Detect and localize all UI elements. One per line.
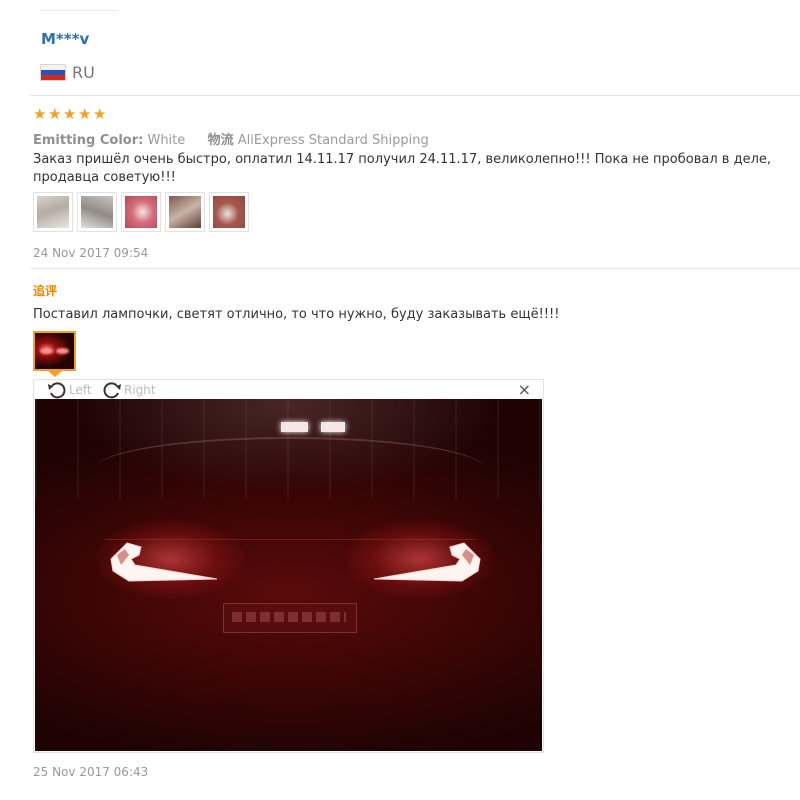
star-icon: ★ (33, 105, 47, 123)
attribute-value: AliExpress Standard Shipping (237, 133, 429, 148)
review-photos (33, 192, 249, 232)
rotate-right-button[interactable]: Right (101, 380, 156, 400)
review-photo-thumbnail[interactable] (165, 192, 205, 232)
top-divider (40, 10, 118, 11)
review-photo-thumbnail[interactable] (77, 192, 117, 232)
viewer-toolbar: Left Right × (34, 380, 543, 400)
star-icon: ★ (93, 105, 107, 123)
russia-flag-icon (40, 64, 66, 81)
star-icon: ★ (78, 105, 92, 123)
review-photo-thumbnail[interactable] (209, 192, 249, 232)
product-attributes: Emitting Color: White 物流 AliExpress Stan… (33, 129, 429, 148)
additional-photo-thumbnail[interactable] (33, 331, 76, 371)
rotate-left-icon (48, 382, 66, 399)
star-icon: ★ (63, 105, 77, 123)
reviewer-name[interactable]: M***v (41, 30, 89, 48)
photo-viewer: Left Right × (33, 379, 544, 753)
close-icon[interactable]: × (518, 381, 531, 399)
rotate-right-icon (103, 382, 121, 399)
reviewer-country: RU (40, 63, 95, 82)
divider (30, 268, 800, 269)
review-date: 24 Nov 2017 09:54 (33, 246, 149, 260)
review-photo-thumbnail[interactable] (121, 192, 161, 232)
additional-feedback-text: Поставил лампочки, светят отлично, то чт… (33, 307, 560, 322)
review-page: M***v RU ★ ★ ★ ★ ★ Emitting Color: White… (0, 0, 800, 800)
attribute-key: Emitting Color: (33, 133, 144, 148)
divider (30, 95, 800, 96)
star-icon: ★ (48, 105, 62, 123)
rotate-left-label: Left (69, 383, 92, 397)
review-text: Заказ пришёл очень быстро, оплатил 14.11… (33, 152, 772, 185)
attribute-value: White (147, 133, 186, 148)
review-photo-thumbnail[interactable] (33, 192, 73, 232)
rotate-left-button[interactable]: Left (46, 380, 92, 400)
enlarged-review-photo (35, 399, 542, 751)
rotate-right-label: Right (124, 383, 156, 397)
star-rating: ★ ★ ★ ★ ★ (33, 105, 107, 123)
attribute-key: 物流 (207, 133, 234, 148)
active-thumbnail-pointer (48, 371, 62, 377)
additional-feedback-label: 追评 (33, 284, 58, 298)
additional-feedback-date: 25 Nov 2017 06:43 (33, 765, 149, 779)
country-code: RU (72, 63, 95, 82)
